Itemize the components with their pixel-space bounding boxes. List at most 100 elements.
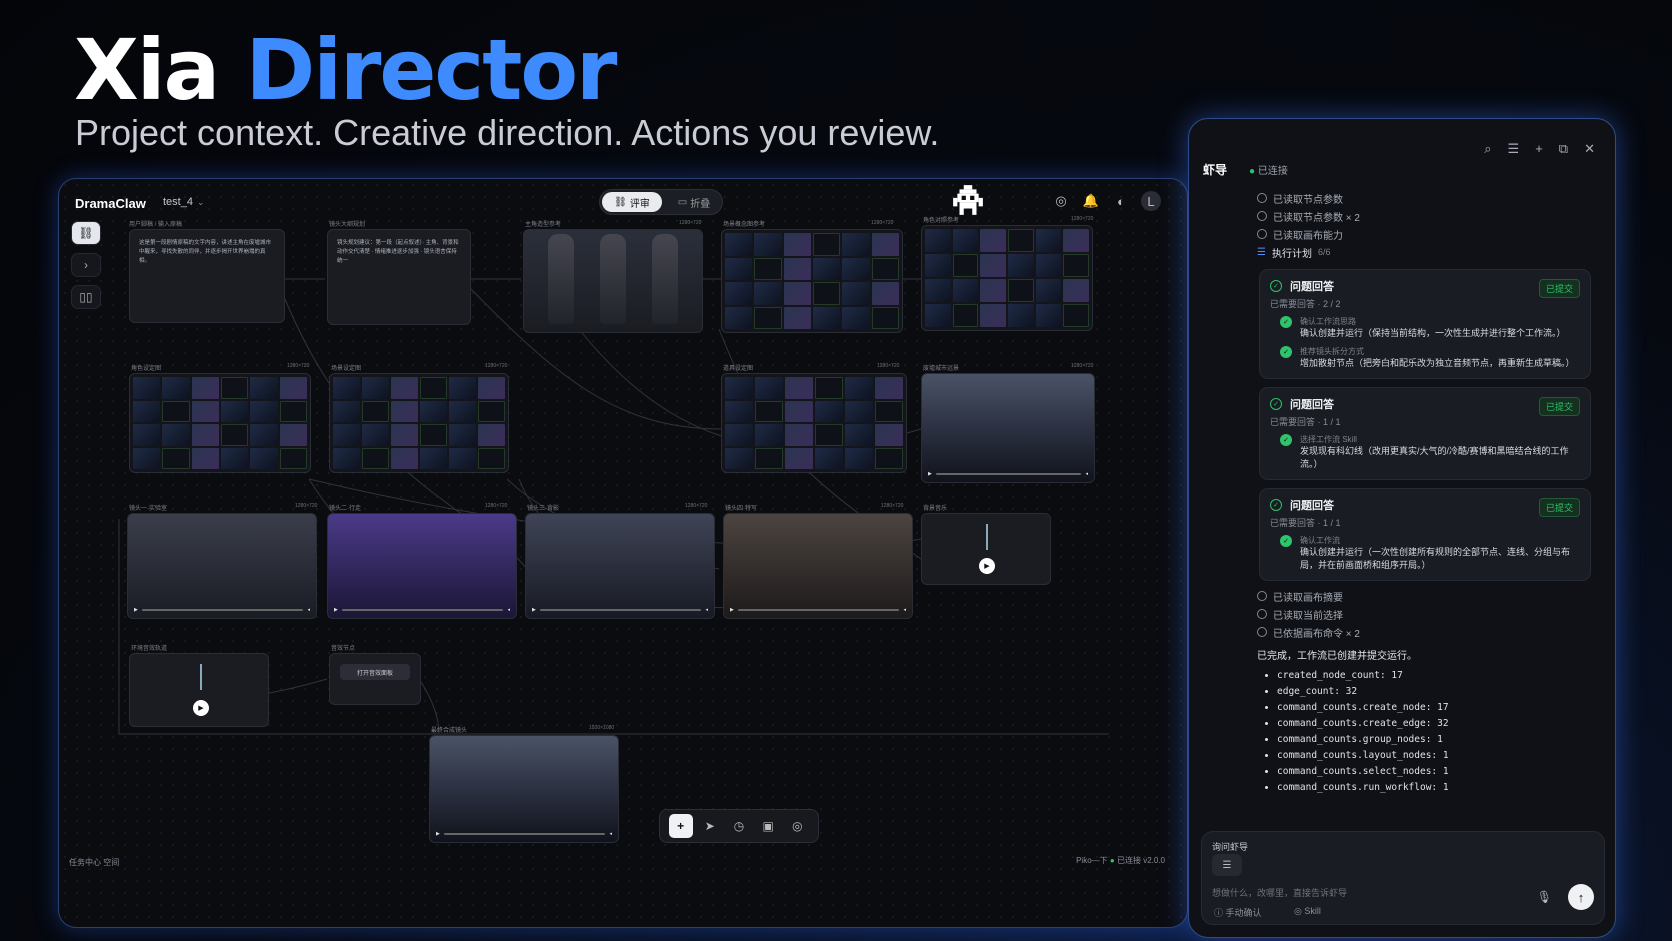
node-label: 镜头四·特写: [725, 506, 757, 512]
panel-conn: ● 已连接: [1249, 166, 1288, 177]
target-icon[interactable]: ◎: [785, 814, 809, 838]
check-icon: ✓: [1280, 346, 1292, 358]
panel-header-icons: ⌕ ☰ + ⧉ ✕: [1484, 141, 1595, 157]
add-icon[interactable]: +: [668, 814, 693, 838]
plus-icon[interactable]: +: [1535, 141, 1543, 157]
volume-icon[interactable]: ◂: [903, 607, 906, 613]
clock-icon[interactable]: ◷: [727, 814, 751, 838]
stat-item: edge_count: 32: [1277, 684, 1597, 700]
play-icon[interactable]: ▶: [334, 607, 338, 613]
qa-card: ✓ 问题回答 已提交 已需要回答 · 1 / 1 ✓ 确认工作流 确认创建并运行（一次…: [1259, 488, 1591, 581]
node-text-source[interactable]: 这是第一段剧情原稿的文字内容，讲述主角在废墟城市中醒来，寻找失散的同伴，并逐步揭…: [129, 229, 285, 323]
volume-icon[interactable]: ◂: [609, 831, 612, 837]
video-controls[interactable]: ▶ ◂: [134, 607, 310, 613]
status-badge: 已提交: [1538, 498, 1580, 517]
image-icon[interactable]: ▣: [756, 814, 780, 838]
play-icon[interactable]: ▶: [730, 607, 734, 613]
check-icon: ✓: [1280, 535, 1292, 547]
node-text: 这是第一段剧情原稿的文字内容，讲述主角在废墟城市中醒来，寻找失散的同伴，并逐步揭…: [139, 240, 272, 264]
model-name[interactable]: Piko—下: [1076, 856, 1108, 865]
check-icon: ✓: [1270, 280, 1282, 292]
node-label: 最终合成镜头: [431, 728, 468, 734]
node-video-shot1[interactable]: ▶ ◂: [127, 513, 317, 619]
play-icon[interactable]: ▶: [979, 558, 995, 574]
node-grid-props[interactable]: [721, 373, 907, 473]
node-dim: 1280×720: [679, 220, 702, 226]
node-text: 镜头规划建议：第一段（起点叙述）· 主角、背景和动作交代清楚 · 情绪推进逐步加…: [337, 240, 459, 264]
node-grid-character[interactable]: [129, 373, 311, 473]
cursor-icon[interactable]: ➤: [698, 814, 722, 838]
stat-item: command_counts.create_edge: 32: [1277, 716, 1597, 732]
search-icon[interactable]: ⌕: [1484, 141, 1491, 157]
open-sfx-button[interactable]: 打开音效面板: [340, 664, 410, 680]
video-controls[interactable]: ▶ ◂: [334, 607, 510, 613]
node-video-shot3[interactable]: ▶ ◂: [525, 513, 715, 619]
hero-subtitle: Project context. Creative direction. Act…: [75, 112, 940, 153]
qa-card: ✓ 问题回答 已提交 已需要回答 · 2 / 2 ✓ 确认工作流思路 确认创建并运行（…: [1259, 269, 1591, 379]
node-audio-bgm[interactable]: ▶: [921, 513, 1051, 585]
chat-input-box: 询问虾导 ☰ 想做什么，改哪里，直接告诉虾导 ⓘ 手动确认 ◎ Skill 🎙 …: [1201, 831, 1605, 925]
volume-icon[interactable]: ◂: [705, 607, 708, 613]
stat-item: command_counts.create_node: 17: [1277, 700, 1597, 716]
status-left[interactable]: 任务中心 空间: [69, 857, 119, 868]
panel-title: 虾导: [1203, 163, 1228, 177]
status-badge: 已提交: [1538, 397, 1580, 416]
list-icon[interactable]: ☰: [1212, 854, 1242, 876]
check-icon: ✓: [1280, 434, 1292, 446]
panel-log: 已读取节点参数 已读取节点参数 × 2 已读取画布能力 ☰ 执行计划 6/6 ✓ 问题…: [1257, 189, 1597, 796]
list-icon[interactable]: ☰: [1508, 141, 1520, 157]
stat-item: command_counts.group_nodes: 1: [1277, 732, 1597, 748]
node-dim: 1280×720: [485, 503, 508, 509]
card-sub: 已需要回答 · 1 / 1: [1270, 518, 1341, 528]
send-button[interactable]: ↑: [1568, 884, 1594, 910]
play-icon[interactable]: ▶: [134, 607, 138, 613]
check-icon: ✓: [1280, 316, 1292, 328]
node-video-shot4[interactable]: ▶ ◂: [723, 513, 913, 619]
node-label: 角色对照参考: [923, 218, 960, 224]
node-dim: 1280×720: [1071, 363, 1094, 369]
node-label: 音效节点: [331, 646, 356, 652]
video-controls[interactable]: ▶ ◂: [928, 471, 1088, 477]
play-icon[interactable]: ▶: [436, 831, 440, 837]
node-video-final[interactable]: ▶ ◂: [429, 735, 619, 843]
video-controls[interactable]: ▶ ◂: [436, 831, 612, 837]
node-video-ruins[interactable]: ▶ ◂: [921, 373, 1095, 483]
node-video-shot2[interactable]: ▶ ◂: [327, 513, 517, 619]
mode-manual[interactable]: ⓘ 手动确认: [1214, 906, 1262, 919]
panel-conn-label: 已连接: [1257, 166, 1288, 177]
close-icon[interactable]: ✕: [1584, 141, 1595, 157]
chat-input[interactable]: 想做什么，改哪里，直接告诉虾导: [1212, 886, 1347, 899]
done-message: 已完成，工作流已创建并提交运行。: [1257, 651, 1417, 662]
hero-title-a: Xia: [74, 21, 246, 119]
plan-row[interactable]: ☰ 执行计划 6/6: [1257, 243, 1597, 261]
node-label: 镜头大纲规划: [329, 222, 366, 228]
log-step: 已读取画布能力: [1257, 225, 1597, 243]
volume-icon[interactable]: ◂: [1085, 471, 1088, 477]
node-label: 镜头三·背影: [527, 506, 559, 512]
input-label: 询问虾导: [1212, 842, 1249, 852]
video-controls[interactable]: ▶ ◂: [532, 607, 708, 613]
node-grid-scene-set[interactable]: [329, 373, 509, 473]
node-label: 环境音效轨道: [131, 646, 168, 652]
node-grid-compare[interactable]: [921, 225, 1093, 331]
mode-skill[interactable]: ◎ Skill: [1294, 906, 1321, 917]
node-audio-ambient[interactable]: ▶: [129, 653, 269, 727]
node-text-outline[interactable]: 镜头规划建议：第一段（起点叙述）· 主角、背景和动作交代清楚 · 情绪推进逐步加…: [327, 229, 471, 325]
node-label: 镜头二·行走: [329, 506, 361, 512]
node-dim: 1280×720: [685, 503, 708, 509]
play-icon[interactable]: ▶: [928, 471, 932, 477]
volume-icon[interactable]: ◂: [307, 607, 310, 613]
volume-icon[interactable]: ◂: [507, 607, 510, 613]
expand-icon[interactable]: ⧉: [1559, 141, 1568, 157]
node-label: 镜头一·实验室: [129, 506, 167, 512]
hero-title-b: Director: [245, 21, 617, 119]
node-label: 废墟城市远景: [923, 366, 960, 372]
video-controls[interactable]: ▶ ◂: [730, 607, 906, 613]
node-sfx[interactable]: 打开音效面板: [329, 653, 421, 705]
play-icon[interactable]: ▶: [193, 700, 209, 716]
mic-icon[interactable]: 🎙: [1537, 890, 1552, 904]
play-icon[interactable]: ▶: [532, 607, 536, 613]
card-sub: 已需要回答 · 2 / 2: [1270, 299, 1341, 309]
node-image-character[interactable]: [523, 229, 703, 333]
node-grid-scene[interactable]: [721, 229, 903, 333]
